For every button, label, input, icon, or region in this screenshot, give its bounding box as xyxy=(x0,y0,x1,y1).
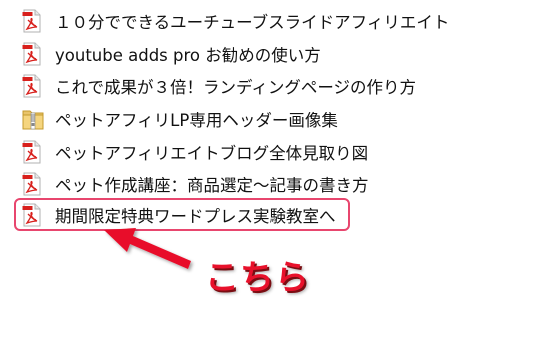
callout-label: こちら xyxy=(205,258,310,298)
